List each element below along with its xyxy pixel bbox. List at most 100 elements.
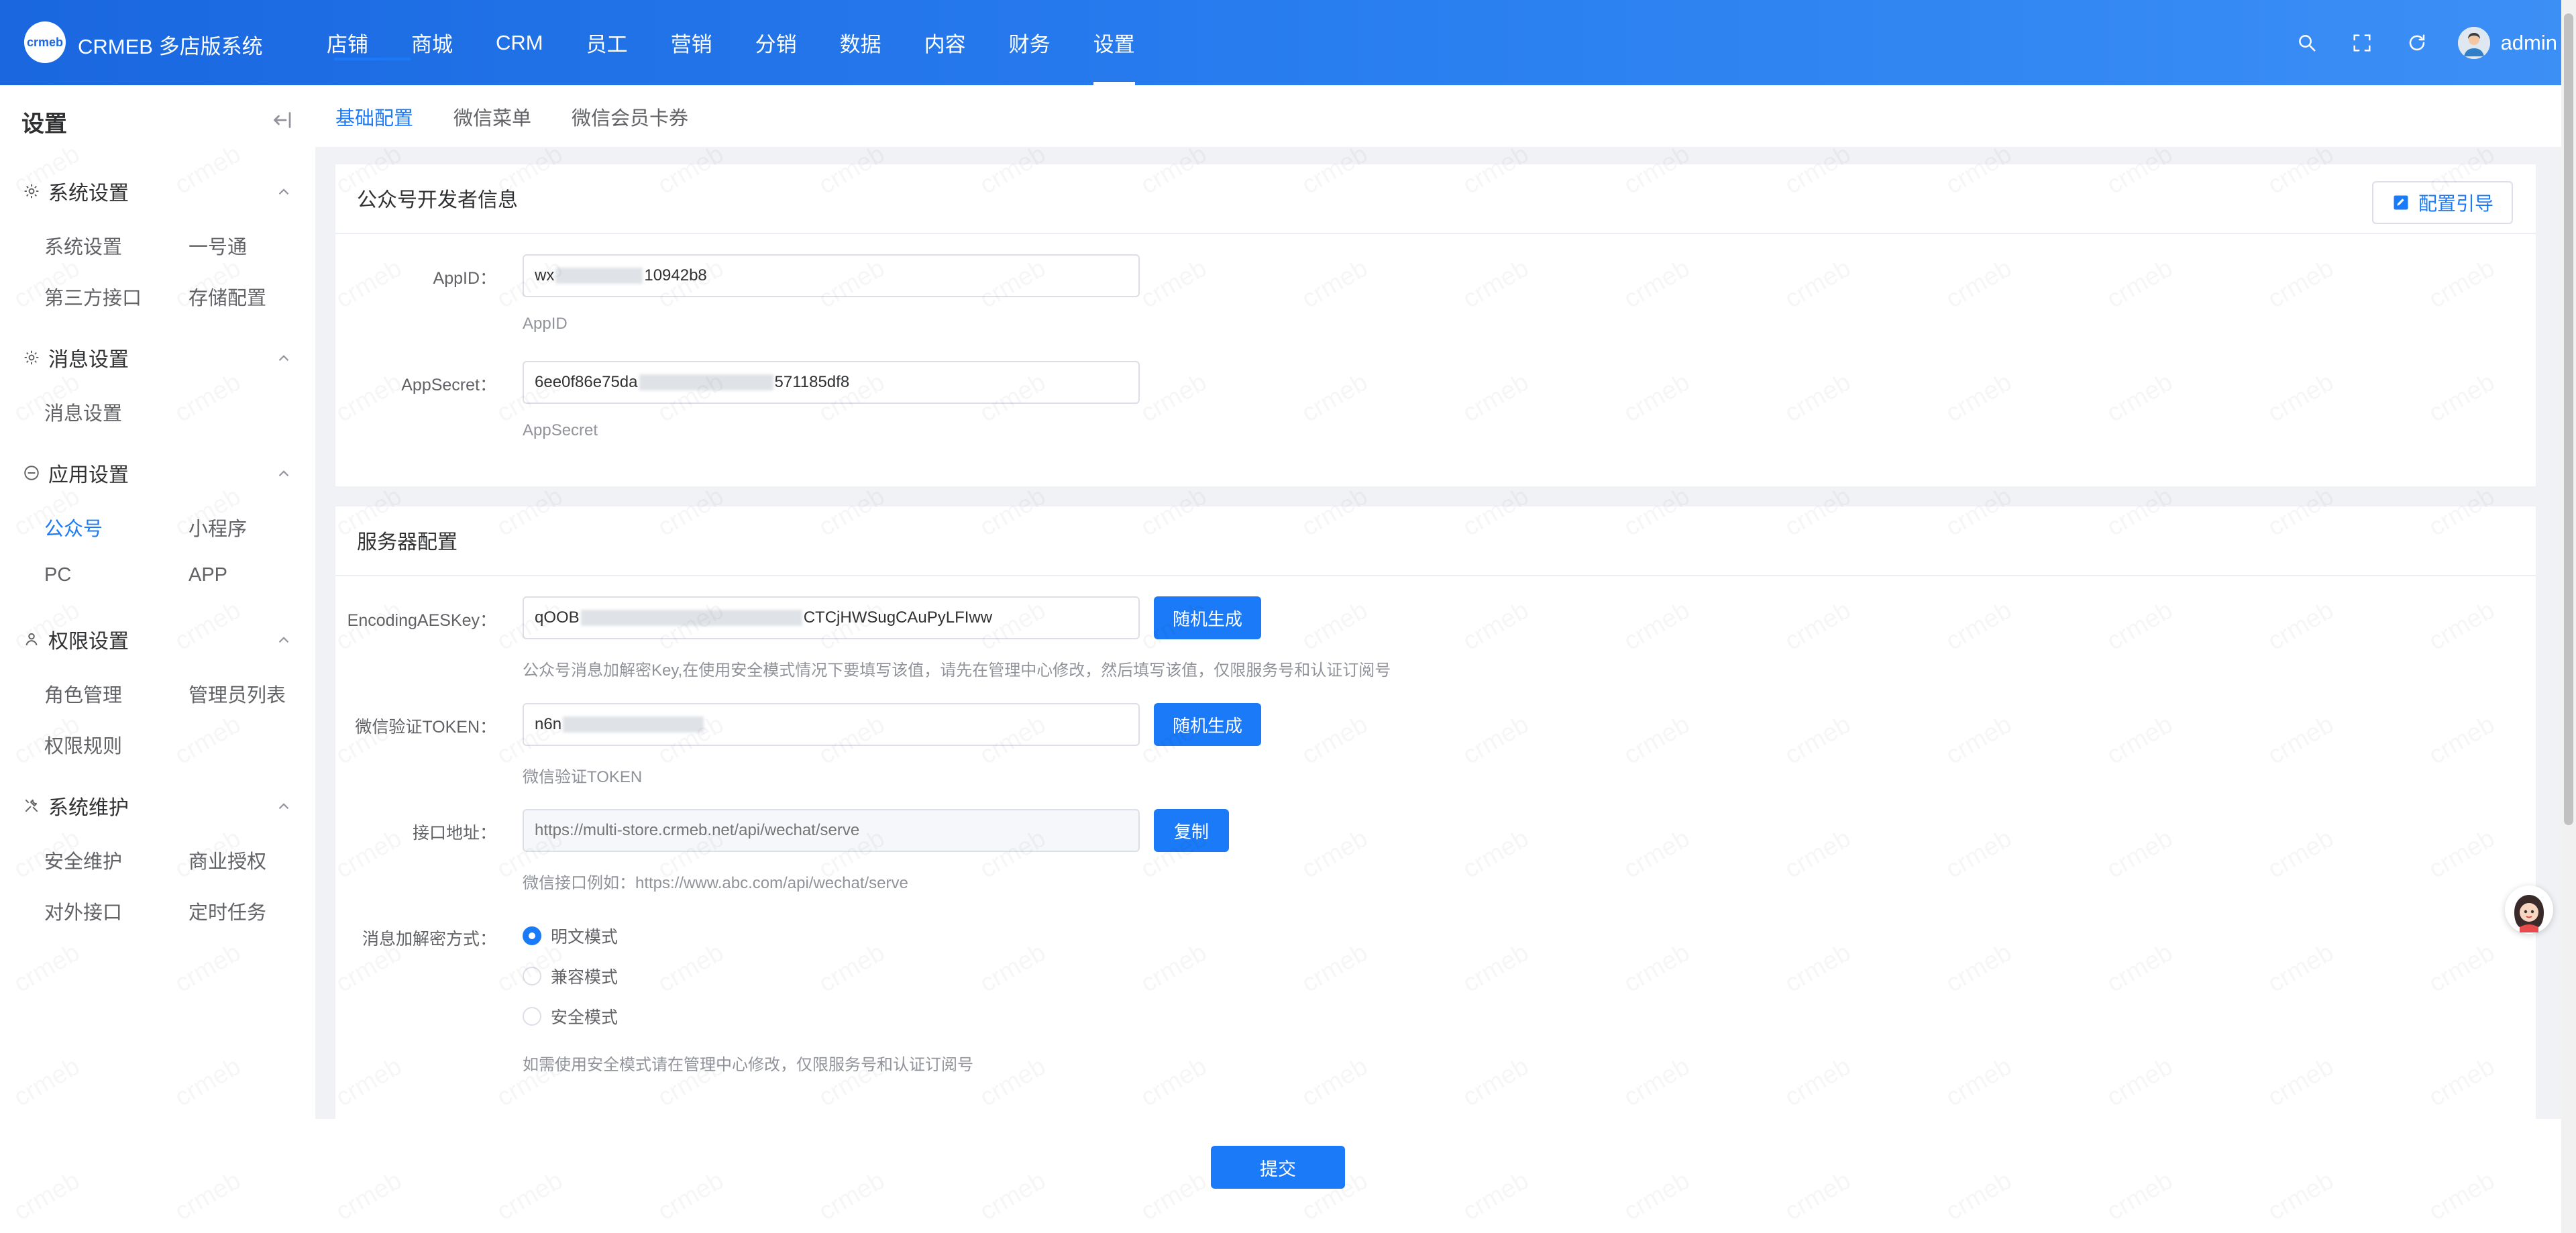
nav-finance[interactable]: 财务 xyxy=(987,0,1072,85)
sidebar-item-business-license[interactable]: 商业授权 xyxy=(189,846,266,874)
group-permission-settings[interactable]: 权限设置 xyxy=(23,626,129,653)
radio-circle xyxy=(523,967,541,985)
appid-label: AppID： xyxy=(433,269,496,288)
user-icon xyxy=(25,633,38,645)
submit-button[interactable]: 提交 xyxy=(1211,1146,1345,1189)
customer-service-avatar[interactable] xyxy=(2505,886,2553,934)
gear-icon xyxy=(24,184,39,199)
divider xyxy=(335,233,2536,234)
chevron-up-icon[interactable] xyxy=(275,798,292,815)
copy-url-button[interactable]: 复制 xyxy=(1154,809,1229,852)
group-message-settings[interactable]: 消息设置 xyxy=(23,344,129,371)
nav-crm[interactable]: CRM xyxy=(474,0,565,85)
sidebar-item-storage-config[interactable]: 存储配置 xyxy=(189,282,266,311)
radio-circle xyxy=(523,1007,541,1026)
sidebar-title: 设置 xyxy=(21,111,67,137)
encrypt-help: 如需使用安全模式请在管理中心修改，仅限服务号和认证订阅号 xyxy=(523,1056,973,1074)
group-label: 系统维护 xyxy=(48,797,129,819)
appsecret-help: AppSecret xyxy=(523,421,598,439)
radio-label: 安全模式 xyxy=(551,1008,619,1027)
group-app-settings[interactable]: 应用设置 xyxy=(23,460,129,486)
nav-settings[interactable]: 设置 xyxy=(1072,0,1157,85)
chevron-up-icon[interactable] xyxy=(275,183,292,201)
aeskey-visible-suffix: CTCjHWSugCAuPyLFIww xyxy=(803,608,993,627)
card-title: 服务器配置 xyxy=(357,531,458,553)
brand-name: CRMEB 多店版系统 xyxy=(78,35,263,58)
tab-wechat-menu[interactable]: 微信菜单 xyxy=(453,103,531,131)
appsecret-visible-suffix: 571185df8 xyxy=(774,373,850,391)
appid-input[interactable]: wx 10942b8 xyxy=(523,254,1140,297)
chevron-up-icon[interactable] xyxy=(275,350,292,367)
nav-marketing[interactable]: 营销 xyxy=(649,0,734,85)
group-label: 系统设置 xyxy=(48,182,129,205)
radio-compatible-mode[interactable]: 兼容模式 xyxy=(523,964,618,988)
aeskey-input[interactable]: qOOB CTCjHWSugCAuPyLFIww xyxy=(523,596,1140,639)
aeskey-label: EncodingAESKey： xyxy=(347,611,496,630)
sidebar-item-role-management[interactable]: 角色管理 xyxy=(44,680,122,708)
appid-help: AppID xyxy=(523,315,568,333)
tools-icon xyxy=(25,799,38,812)
appsecret-input[interactable]: 6ee0f86e75da 571185df8 xyxy=(523,361,1140,404)
sidebar-item-external-api[interactable]: 对外接口 xyxy=(44,897,122,925)
sidebar-item-mini-program[interactable]: 小程序 xyxy=(189,513,247,541)
developer-info-card: 公众号开发者信息 配置引导 AppID： wx 10942b8 AppID Ap… xyxy=(335,164,2536,486)
sidebar-item-permission-rules[interactable]: 权限规则 xyxy=(44,731,122,759)
search-icon[interactable] xyxy=(2292,28,2322,58)
token-input[interactable]: n6n xyxy=(523,703,1140,746)
refresh-icon[interactable] xyxy=(2402,28,2432,58)
nav-content[interactable]: 内容 xyxy=(903,0,987,85)
top-navigation: 店铺 商城 CRM 员工 营销 分销 数据 内容 财务 设置 xyxy=(305,0,1157,85)
sidebar-item-security[interactable]: 安全维护 xyxy=(44,846,122,874)
blurred-mask xyxy=(563,716,704,733)
chevron-up-icon[interactable] xyxy=(275,631,292,649)
sidebar-item-admin-list[interactable]: 管理员列表 xyxy=(189,680,286,708)
token-generate-button[interactable]: 随机生成 xyxy=(1154,703,1261,746)
nav-mall[interactable]: 商城 xyxy=(390,0,474,85)
sidebar-item-app[interactable]: APP xyxy=(189,564,227,586)
guide-button-label: 配置引导 xyxy=(2418,193,2493,214)
edit-icon xyxy=(2394,195,2408,210)
sidebar-item-third-party-api[interactable]: 第三方接口 xyxy=(44,282,142,311)
radio-circle xyxy=(523,926,541,945)
nav-data[interactable]: 数据 xyxy=(818,0,903,85)
group-label: 消息设置 xyxy=(48,349,129,371)
tab-basic-config[interactable]: 基础配置 xyxy=(335,103,413,131)
form-footer: 提交 xyxy=(315,1119,2561,1233)
aeskey-generate-button[interactable]: 随机生成 xyxy=(1154,596,1261,639)
radio-plaintext-mode[interactable]: 明文模式 xyxy=(523,924,618,948)
sidebar-item-official-account[interactable]: 公众号 xyxy=(44,513,103,541)
app-icon xyxy=(24,466,39,480)
config-tabs: 基础配置 微信菜单 微信会员卡券 xyxy=(315,85,2561,147)
url-input[interactable] xyxy=(523,809,1140,852)
nav-store[interactable]: 店铺 xyxy=(305,0,390,85)
scrollbar-thumb[interactable] xyxy=(2564,13,2573,825)
sidebar-item-message-settings[interactable]: 消息设置 xyxy=(44,398,122,426)
server-config-card: 服务器配置 EncodingAESKey： qOOB CTCjHWSugCAuP… xyxy=(335,506,2536,1119)
sidebar-item-yihaotong[interactable]: 一号通 xyxy=(189,231,247,260)
sidebar-item-pc[interactable]: PC xyxy=(44,564,71,586)
nav-staff[interactable]: 员工 xyxy=(565,0,649,85)
group-system-settings[interactable]: 系统设置 xyxy=(23,178,129,205)
collapse-sidebar-icon[interactable] xyxy=(270,108,294,132)
token-visible-prefix: n6n xyxy=(535,715,562,733)
tab-wechat-member-card[interactable]: 微信会员卡券 xyxy=(572,103,688,131)
radio-secure-mode[interactable]: 安全模式 xyxy=(523,1004,618,1028)
url-help: 微信接口例如：https://www.abc.com/api/wechat/se… xyxy=(523,874,908,892)
sidebar-item-scheduled-tasks[interactable]: 定时任务 xyxy=(189,897,266,925)
top-header: crmeb CRMEB 多店版系统 店铺 商城 CRM 员工 营销 分销 数据 … xyxy=(0,0,2576,85)
user-avatar[interactable] xyxy=(2457,26,2490,59)
appid-visible-prefix: wx xyxy=(535,266,555,284)
config-guide-button[interactable]: 配置引导 xyxy=(2372,181,2513,224)
page-scrollbar[interactable] xyxy=(2561,0,2576,1233)
logo[interactable]: crmeb xyxy=(24,21,66,63)
blurred-mask xyxy=(555,268,643,284)
group-system-maintenance[interactable]: 系统维护 xyxy=(23,792,129,819)
sidebar-item-system-settings[interactable]: 系统设置 xyxy=(44,231,122,260)
appsecret-label: AppSecret： xyxy=(401,376,496,394)
chevron-up-icon[interactable] xyxy=(275,465,292,482)
username[interactable]: admin xyxy=(2501,31,2557,55)
fullscreen-icon[interactable] xyxy=(2347,28,2377,58)
appsecret-visible-prefix: 6ee0f86e75da xyxy=(535,373,638,391)
nav-distribution[interactable]: 分销 xyxy=(734,0,818,85)
gear-icon xyxy=(24,350,39,365)
